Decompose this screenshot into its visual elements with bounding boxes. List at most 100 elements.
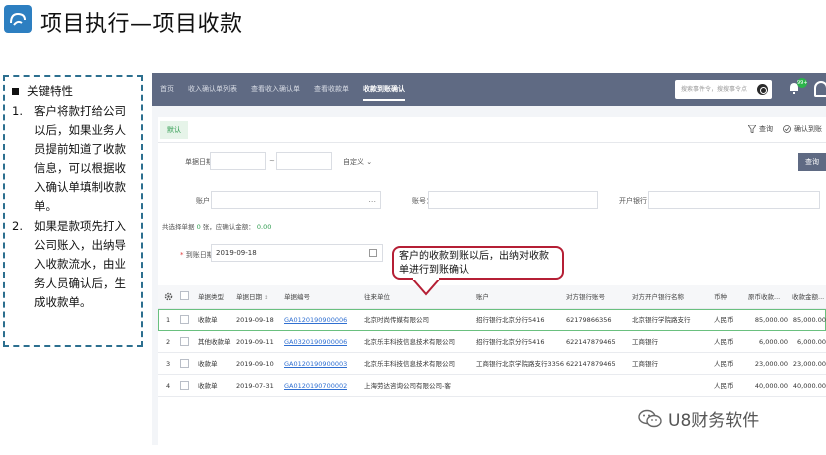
cell-doc-no[interactable]: GA0120190700002 [284, 375, 347, 396]
confirm-arrival-label: 确认到账 [794, 125, 822, 133]
cell-doc-no[interactable]: GA0120190900003 [284, 353, 347, 374]
callout-annotation: 客户的收款到账以后，出纳对收款单进行到账确认 [392, 246, 564, 280]
custom-date-dropdown[interactable]: 自定义 ⌄ [343, 157, 372, 167]
top-nav-bar: 首页 收入确认单列表 查看收入确认单 查看收款单 收款到账确认 搜索事件令，搜搜… [152, 73, 826, 106]
view-tab-bar: 默认 查询 确认到账 [158, 117, 826, 143]
nav-view-receipt[interactable]: 查看收款单 [314, 73, 349, 106]
sort-icon: ↕ [264, 295, 269, 301]
gear-icon[interactable] [164, 292, 173, 301]
view-button[interactable]: 查询 [748, 124, 773, 134]
col-header-peer-bank[interactable]: 对方开户银行名称 [632, 285, 684, 308]
wechat-watermark: U8财务软件 [638, 406, 759, 431]
key-features-note: 关键特性 1. 客户将款打给公司以后，如果业务人员提前知道了收款信息，可以根据收… [3, 75, 143, 347]
nav-tabs: 首页 收入确认单列表 查看收入确认单 查看收款单 收款到账确认 [160, 73, 419, 106]
col-header-doc-no[interactable]: 单据编号 [284, 285, 310, 308]
date-end-input[interactable] [276, 152, 332, 170]
cell-doc-type: 其他收款单 [198, 338, 231, 346]
cell-currency: 人民币 [714, 316, 734, 324]
nav-home[interactable]: 首页 [160, 73, 174, 106]
cell-currency: 人民币 [714, 338, 734, 346]
calendar-icon[interactable] [369, 249, 377, 257]
bank-input[interactable] [648, 191, 820, 209]
cell-orig-amount: 23,000.00 [754, 360, 788, 368]
watermark-text: U8财务软件 [668, 411, 760, 431]
confirm-arrival-button[interactable]: 确认到账 [783, 124, 822, 134]
nav-view-revenue[interactable]: 查看收入确认单 [251, 73, 300, 106]
note-item: 1. 客户将款打给公司以后，如果业务人员提前知道了收款信息，可以根据收入确认单填… [12, 102, 136, 216]
cell-doc-no[interactable]: GA0320190900006 [284, 331, 347, 352]
cell-amount: 23,000.00 [792, 360, 826, 368]
select-all-checkbox[interactable] [180, 291, 189, 300]
account-no-input[interactable] [428, 191, 598, 209]
cell-currency: 人民币 [714, 360, 734, 368]
custom-date-label: 自定义 [343, 158, 364, 166]
cell-orig-amount: 85,000.00 [754, 316, 788, 324]
col-header-amount[interactable]: 收款金额... [792, 285, 824, 308]
cell-doc-type: 收款单 [198, 360, 218, 368]
arrival-date-input[interactable]: 2019-09-18 [211, 244, 383, 262]
row-index: 3 [166, 360, 171, 368]
row-checkbox[interactable] [180, 359, 189, 368]
cell-currency: 人民币 [714, 382, 734, 390]
cell-doc-date: 2019-09-10 [236, 360, 274, 368]
col-header-currency[interactable]: 币种 [714, 285, 727, 308]
note-heading: 关键特性 [27, 84, 73, 98]
arrival-date-value: 2019-09-18 [216, 249, 257, 257]
required-asterisk: * [180, 251, 184, 259]
cell-partner: 北京乐丰科技信息技术有限公司 [364, 360, 455, 368]
note-item-text: 客户将款打给公司以后，如果业务人员提前知道了收款信息，可以根据收入确认单填制收款… [34, 104, 126, 213]
cell-account: 招行银行北京分行5416 [476, 316, 545, 324]
nav-revenue-list[interactable]: 收入确认单列表 [188, 73, 237, 106]
account-lookup-icon[interactable]: ... [368, 192, 376, 208]
note-item: 2. 如果是款项先打入公司账入，出纳导入收款流水，由业务人员确认后，生成收款单。 [12, 217, 136, 312]
table-row[interactable]: 3 收款单 2019-09-10 GA0120190900003 北京乐丰科技信息技术有… [158, 353, 826, 375]
col-header-doc-date-text: 单据日期 [236, 293, 262, 301]
table-row[interactable]: 4 收款单 2019-07-31 GA0120190700002 上海劳达咨询公司有限公… [158, 375, 826, 397]
col-header-partner[interactable]: 往来单位 [364, 285, 390, 308]
global-search-input[interactable]: 搜索事件令，搜搜事令点 [675, 80, 772, 99]
note-item-text: 如果是款项先打入公司账入，出纳导入收款流水，由业务人员确认后，生成收款单。 [34, 219, 126, 309]
row-checkbox[interactable] [180, 381, 189, 390]
tab-default[interactable]: 默认 [160, 121, 188, 139]
account-input[interactable]: ... [211, 191, 381, 209]
main-content: 默认 查询 确认到账 单据日期： ~ 自定义 ⌄ 查询 账户： ... 账号： [158, 117, 826, 445]
toolbar-actions: 查询 确认到账 [748, 124, 822, 134]
row-checkbox[interactable] [180, 315, 189, 324]
row-checkbox[interactable] [180, 337, 189, 346]
note-heading-row: 关键特性 [12, 82, 136, 101]
cell-doc-no[interactable]: GA0120190900006 [284, 309, 347, 330]
callout-pointer-icon [411, 278, 441, 296]
notification-badge: 99+ [797, 78, 808, 88]
col-header-doc-type[interactable]: 单据类型 [198, 285, 224, 308]
table-header-row: 单据类型 单据日期 ↕ 单据编号 往来单位 账户 对方银行账号 对方开户银行名称 … [158, 285, 826, 309]
cell-doc-type: 收款单 [198, 316, 218, 324]
row-index: 2 [166, 338, 171, 346]
view-label: 查询 [759, 125, 773, 133]
search-placeholder: 搜索事件令，搜搜事令点 [681, 86, 748, 93]
cell-peer-bank: 工商银行 [632, 360, 658, 368]
table-row[interactable]: 2 其他收款单 2019-09-11 GA0320190900006 北京乐丰科技信息技… [158, 331, 826, 353]
wechat-icon [638, 409, 662, 427]
user-avatar-icon[interactable] [814, 81, 826, 97]
cell-account: 工商银行北京学院路支行3356 [476, 360, 565, 368]
nav-receipt-arrival-confirm[interactable]: 收款到账确认 [363, 73, 405, 106]
col-header-account[interactable]: 账户 [476, 285, 489, 308]
cell-amount: 85,000.00 [792, 316, 826, 324]
table-row[interactable]: 1 收款单 2019-09-18 GA0120190900006 北京时尚传媒有限公司 招… [158, 309, 826, 331]
col-header-orig-amount[interactable]: 原币收款... [748, 285, 780, 308]
cell-orig-amount: 6,000.00 [759, 338, 788, 346]
note-item-number: 1. [12, 104, 23, 118]
slide-title: 项目执行—项目收款 [40, 12, 243, 37]
chevron-down-icon: ⌄ [366, 158, 373, 166]
u8-logo-icon [4, 5, 32, 33]
col-header-doc-date[interactable]: 单据日期 ↕ [236, 285, 268, 308]
receipt-table: 单据类型 单据日期 ↕ 单据编号 往来单位 账户 对方银行账号 对方开户银行名称 … [158, 285, 826, 397]
col-header-peer-account[interactable]: 对方银行账号 [566, 285, 605, 308]
date-start-input[interactable] [210, 152, 266, 170]
query-button[interactable]: 查询 [798, 153, 826, 171]
search-icon[interactable] [757, 84, 768, 95]
cell-doc-date: 2019-07-31 [236, 382, 274, 390]
summary-prefix: 共选择单据 [162, 223, 195, 231]
cell-account: 招行银行北京分行5416 [476, 338, 545, 346]
cell-peer-account: 622147879465 [566, 338, 616, 346]
